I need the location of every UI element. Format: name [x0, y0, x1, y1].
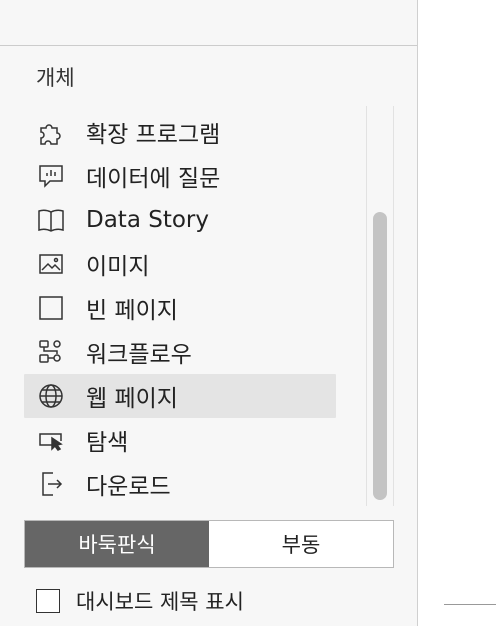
- show-title-label: 대시보드 제목 표시: [76, 590, 244, 614]
- object-item-navigation[interactable]: 탐색: [24, 418, 336, 462]
- puzzle-icon: [36, 117, 66, 147]
- panel-top-area: [0, 0, 417, 46]
- object-item-extension[interactable]: 확장 프로그램: [24, 110, 336, 154]
- canvas-divider-line: [444, 604, 496, 605]
- object-item-image[interactable]: 이미지: [24, 242, 336, 286]
- workflow-icon: [36, 337, 66, 367]
- tiled-option[interactable]: 바둑판식: [25, 521, 209, 567]
- objects-panel: 개체 확장 프로그램 데이터에 질문 Data Story 이미지 빈 페이지 …: [0, 0, 418, 626]
- show-title-checkbox[interactable]: [36, 589, 60, 613]
- floating-option[interactable]: 부동: [209, 521, 393, 567]
- section-title: 개체: [36, 66, 75, 90]
- object-item-label: 워크플로우: [86, 342, 192, 368]
- list-scrollbar-track[interactable]: [366, 106, 394, 506]
- list-scrollbar-thumb[interactable]: [373, 212, 387, 500]
- navigation-cursor-icon: [36, 425, 66, 455]
- object-item-label: 확장 프로그램: [86, 122, 221, 148]
- show-dashboard-title-row[interactable]: 대시보드 제목 표시: [36, 586, 244, 616]
- object-item-label: 데이터에 질문: [86, 166, 221, 192]
- globe-icon: [36, 381, 66, 411]
- object-item-label: 이미지: [86, 254, 150, 280]
- object-item-download[interactable]: 다운로드: [24, 462, 336, 506]
- download-export-icon: [36, 469, 66, 499]
- object-item-blank[interactable]: 빈 페이지: [24, 286, 336, 330]
- chat-bar-icon: [36, 161, 66, 191]
- objects-list: 확장 프로그램 데이터에 질문 Data Story 이미지 빈 페이지 워크플…: [24, 110, 336, 506]
- layout-mode-toggle: 바둑판식 부동: [24, 520, 394, 568]
- object-item-label: 웹 페이지: [86, 386, 178, 412]
- object-item-ask-data[interactable]: 데이터에 질문: [24, 154, 336, 198]
- object-item-workflow[interactable]: 워크플로우: [24, 330, 336, 374]
- image-icon: [36, 249, 66, 279]
- object-item-label: 다운로드: [86, 474, 171, 500]
- object-item-label: Data Story: [86, 207, 209, 233]
- object-item-web-page[interactable]: 웹 페이지: [24, 374, 336, 418]
- blank-square-icon: [36, 293, 66, 323]
- object-item-label: 탐색: [86, 430, 129, 456]
- object-item-data-story[interactable]: Data Story: [24, 198, 336, 242]
- book-icon: [36, 205, 66, 235]
- object-item-label: 빈 페이지: [86, 298, 178, 324]
